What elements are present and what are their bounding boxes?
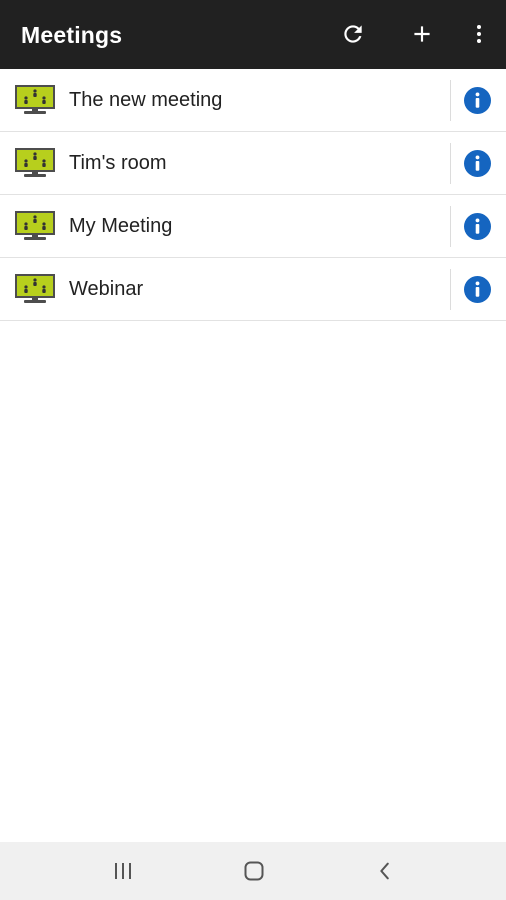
meeting-name: Webinar	[69, 278, 144, 300]
app-bar: Meetings	[0, 0, 506, 69]
list-item[interactable]: Tim's room	[0, 132, 506, 195]
list-item[interactable]: My Meeting	[0, 195, 506, 258]
meeting-room-icon	[15, 211, 55, 240]
overflow-menu-button[interactable]	[459, 14, 499, 54]
page-title: Meetings	[21, 22, 123, 48]
recent-apps-icon	[115, 863, 131, 879]
meeting-list: The new meeting Tim's room My Meeting We…	[0, 69, 506, 321]
home-icon	[244, 861, 264, 881]
system-nav-bar	[0, 842, 506, 900]
meeting-name: The new meeting	[69, 89, 223, 111]
add-meeting-button[interactable]	[402, 14, 442, 54]
refresh-icon	[344, 25, 362, 43]
divider	[450, 80, 451, 121]
list-item[interactable]: Webinar	[0, 258, 506, 321]
divider	[450, 206, 451, 247]
divider	[450, 143, 451, 184]
refresh-button[interactable]	[333, 14, 373, 54]
list-item[interactable]: The new meeting	[0, 69, 506, 132]
info-icon[interactable]	[464, 87, 491, 114]
more-vert-icon	[477, 25, 481, 43]
recent-apps-button[interactable]	[103, 851, 143, 891]
back-icon	[380, 862, 389, 880]
info-icon[interactable]	[464, 213, 491, 240]
meeting-room-icon	[15, 148, 55, 177]
plus-icon	[414, 26, 430, 42]
meeting-name: Tim's room	[69, 152, 167, 174]
info-icon[interactable]	[464, 276, 491, 303]
divider	[450, 269, 451, 310]
meeting-room-icon	[15, 274, 55, 303]
back-button[interactable]	[365, 851, 405, 891]
info-icon[interactable]	[464, 150, 491, 177]
meeting-room-icon	[15, 85, 55, 114]
home-button[interactable]	[234, 851, 274, 891]
meeting-name: My Meeting	[69, 215, 173, 237]
